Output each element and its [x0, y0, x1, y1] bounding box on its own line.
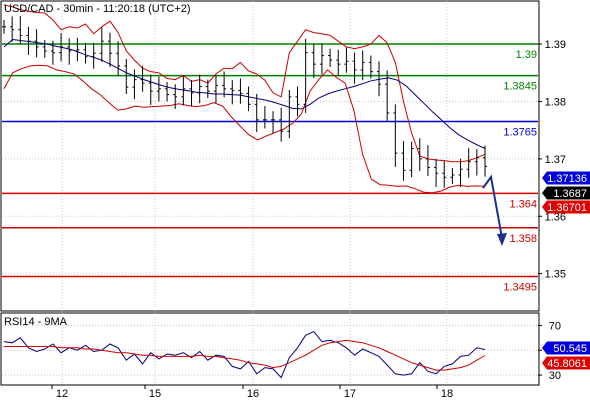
level-label: 1.358	[509, 233, 537, 245]
chart: 1.391.381.371.361.351215161718705030 1.3…	[0, 0, 590, 400]
level-label: 1.39	[516, 49, 537, 61]
rsi-tick-label: 70	[549, 320, 561, 332]
x-tick-label: 18	[441, 388, 453, 400]
rsi-tag: 50.545	[553, 343, 587, 355]
price-tick-label: 1.35	[545, 269, 566, 281]
level-label: 1.3845	[503, 81, 537, 93]
price-tick-label: 1.39	[545, 39, 566, 51]
price-tag: 1.3687	[553, 188, 587, 200]
x-tick-label: 15	[149, 388, 161, 400]
price-tick-label: 1.37	[545, 154, 566, 166]
level-label: 1.3765	[503, 127, 537, 139]
level-label: 1.364	[509, 198, 537, 210]
price-tag: 1.37136	[547, 173, 587, 185]
chart-title: USD/CAD - 30min - 11:20:18 (UTC+2)	[4, 3, 191, 15]
rsi-title: RSI14 - 9MA	[4, 316, 68, 328]
rsi-panel	[0, 312, 540, 386]
price-tag: 1.36701	[547, 202, 587, 214]
price-panel	[0, 0, 540, 312]
level-label: 1.3495	[503, 282, 537, 294]
rsi-tag: 45.8061	[547, 358, 587, 370]
x-tick-label: 12	[56, 388, 68, 400]
rsi-tick-label: 30	[549, 370, 561, 382]
x-tick-label: 16	[247, 388, 259, 400]
price-tick-label: 1.38	[545, 96, 566, 108]
x-tick-label: 17	[344, 388, 356, 400]
